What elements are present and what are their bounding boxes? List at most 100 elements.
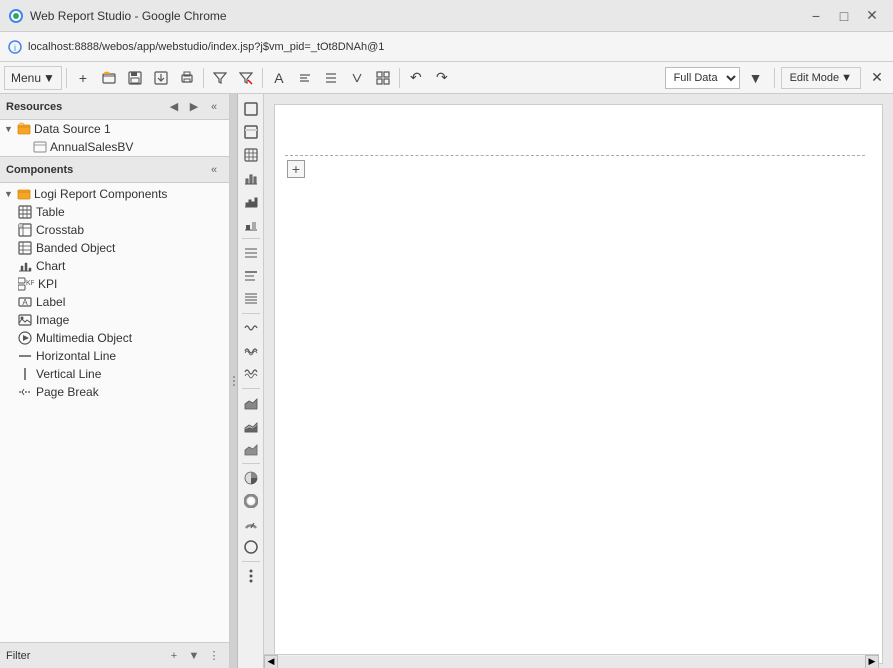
menu-button[interactable]: Menu ▼ — [4, 66, 62, 90]
ring-tool-btn[interactable] — [240, 490, 262, 512]
vertical-toolbar — [238, 94, 264, 668]
annualsalesbv-item[interactable]: AnnualSalesBV — [0, 138, 229, 156]
wave-tool-btn[interactable] — [240, 317, 262, 339]
list3-tool-btn[interactable] — [240, 288, 262, 310]
resources-back-btn[interactable]: ◀ — [165, 98, 183, 116]
pie-tool-btn[interactable] — [240, 467, 262, 489]
main-toolbar: Menu ▼ + A — [0, 62, 893, 94]
more-tools-btn[interactable] — [240, 565, 262, 587]
resources-forward-btn[interactable]: ▶ — [185, 98, 203, 116]
area-chart3-tool-btn[interactable] — [240, 438, 262, 460]
table-icon — [18, 205, 32, 219]
svg-text:A: A — [22, 298, 28, 307]
bar-chart-tool-btn[interactable] — [240, 167, 262, 189]
crosstab-label: Crosstab — [36, 223, 84, 237]
group-button[interactable] — [371, 66, 395, 90]
wave2-tool-btn[interactable] — [240, 340, 262, 362]
resources-header: Resources ◀ ▶ « — [0, 94, 229, 120]
circle-tool-btn[interactable] — [240, 536, 262, 558]
banded-icon — [18, 241, 32, 255]
undo-button[interactable]: ↶ — [404, 66, 428, 90]
logi-components-label: Logi Report Components — [34, 187, 167, 201]
table-component[interactable]: Table — [0, 203, 229, 221]
left-panel: Resources ◀ ▶ « ▼ Data Source 1 AnnualSa… — [0, 94, 230, 668]
dropdown-arrow[interactable]: ▼ — [744, 66, 768, 90]
maximize-button[interactable]: □ — [831, 3, 857, 29]
category-arrow: ▼ — [4, 189, 14, 199]
redo-button[interactable]: ↷ — [430, 66, 454, 90]
area-chart-tool-btn[interactable] — [240, 392, 262, 414]
frame2-tool-btn[interactable] — [240, 121, 262, 143]
banded-label: Banded Object — [36, 241, 115, 255]
close-button[interactable]: ✕ — [859, 3, 885, 29]
crosstab-component[interactable]: Crosstab — [0, 221, 229, 239]
resources-collapse-btn[interactable]: « — [205, 98, 223, 116]
resources-section: Resources ◀ ▶ « ▼ Data Source 1 AnnualSa… — [0, 94, 229, 157]
scroll-right-btn[interactable]: ▶ — [865, 655, 879, 668]
kpi-icon: KPI — [18, 277, 34, 291]
pagebreak-component[interactable]: Page Break — [0, 383, 229, 401]
horizontal-scrollbar[interactable] — [278, 656, 865, 668]
scroll-left-btn[interactable]: ◀ — [264, 655, 278, 668]
align-button[interactable] — [319, 66, 343, 90]
components-list: ▼ Logi Report Components Table Crosstab — [0, 183, 229, 642]
filter-menu-btn[interactable]: ⋮ — [205, 647, 223, 665]
address-bar: i localhost:8888/webos/app/webstudio/ind… — [0, 32, 893, 62]
chart-component[interactable]: Chart — [0, 257, 229, 275]
filter-clear-button[interactable] — [234, 66, 258, 90]
new-button[interactable]: + — [71, 66, 95, 90]
vtoolbar-sep-4 — [242, 463, 260, 464]
multimedia-component[interactable]: Multimedia Object — [0, 329, 229, 347]
area-chart2-tool-btn[interactable] — [240, 415, 262, 437]
open-folder-button[interactable] — [97, 66, 121, 90]
table-tool-btn[interactable] — [240, 144, 262, 166]
toolbar-sep-3 — [262, 68, 263, 88]
banded-component[interactable]: Banded Object — [0, 239, 229, 257]
vline-component[interactable]: Vertical Line — [0, 365, 229, 383]
vtoolbar-sep-5 — [242, 561, 260, 562]
window-controls: − □ ✕ — [803, 3, 885, 29]
title-bar: Web Report Studio - Google Chrome − □ ✕ — [0, 0, 893, 32]
save-button[interactable] — [123, 66, 147, 90]
filter-collapse-btn[interactable]: ▼ — [185, 647, 203, 665]
format-button[interactable] — [293, 66, 317, 90]
data-mode-select[interactable]: Full Data — [665, 67, 740, 89]
gauge-tool-btn[interactable] — [240, 513, 262, 535]
info-icon: i — [8, 40, 22, 54]
toolbar-sep-5 — [774, 68, 775, 88]
annualsalesbv-label: AnnualSalesBV — [50, 140, 133, 154]
filter-add-btn[interactable]: + — [165, 647, 183, 665]
filter-button[interactable] — [208, 66, 232, 90]
print-button[interactable] — [175, 66, 199, 90]
edit-mode-button[interactable]: Edit Mode ▼ — [781, 67, 861, 89]
frame-tool-btn[interactable] — [240, 98, 262, 120]
label-component[interactable]: A Label — [0, 293, 229, 311]
components-collapse-btn[interactable]: « — [205, 161, 223, 179]
canvas-add-button[interactable]: + — [287, 160, 305, 178]
logi-components-category[interactable]: ▼ Logi Report Components — [0, 185, 229, 203]
datasource-1-item[interactable]: ▼ Data Source 1 — [0, 120, 229, 138]
crosstab-icon — [18, 223, 32, 237]
components-section: Components « ▼ Logi Report Components — [0, 157, 229, 642]
bv-arrow — [20, 142, 30, 152]
hline-component[interactable]: Horizontal Line — [0, 347, 229, 365]
canvas-area[interactable]: + ◀ ▶ — [264, 94, 893, 668]
bar-chart2-tool-btn[interactable] — [240, 190, 262, 212]
sort-button[interactable] — [345, 66, 369, 90]
dot3 — [233, 384, 235, 386]
kpi-component[interactable]: KPI KPI — [0, 275, 229, 293]
export-button[interactable] — [149, 66, 173, 90]
list2-tool-btn[interactable] — [240, 265, 262, 287]
wave3-tool-btn[interactable] — [240, 363, 262, 385]
image-component[interactable]: Image — [0, 311, 229, 329]
close-panel-button[interactable]: ✕ — [865, 66, 889, 90]
text-button[interactable]: A — [267, 66, 291, 90]
minimize-button[interactable]: − — [803, 3, 829, 29]
vline-label: Vertical Line — [36, 367, 101, 381]
toolbar-sep-1 — [66, 68, 67, 88]
list-tool-btn[interactable] — [240, 242, 262, 264]
resources-label: Resources — [6, 101, 62, 113]
resize-handle[interactable] — [230, 94, 238, 668]
bar-chart3-tool-btn[interactable] — [240, 213, 262, 235]
view-icon — [33, 140, 47, 154]
